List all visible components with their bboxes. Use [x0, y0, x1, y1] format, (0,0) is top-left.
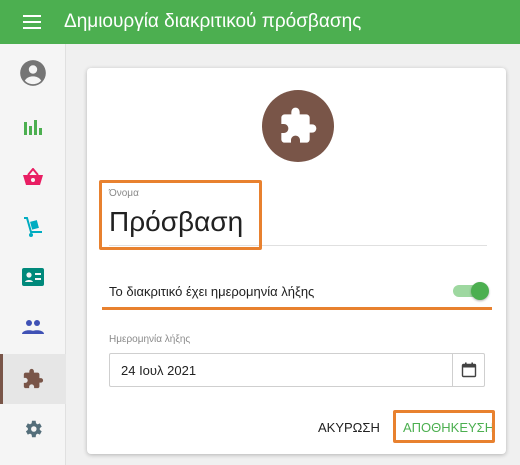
sidebar-item-settings[interactable] — [0, 404, 66, 454]
toggle-highlight-underline — [102, 307, 492, 310]
expiry-date-label: Ημερομηνία λήξης — [109, 334, 191, 345]
calendar-button[interactable] — [452, 354, 484, 386]
sidebar-item-account[interactable] — [0, 48, 66, 98]
expiry-toggle-switch[interactable] — [453, 282, 489, 300]
puzzle-icon — [281, 107, 317, 143]
calendar-icon — [461, 362, 476, 378]
sidebar-item-access-tokens[interactable] — [0, 354, 66, 404]
contact-card-icon — [22, 268, 44, 286]
expiry-date-field[interactable]: 24 Ιουλ 2021 — [109, 353, 485, 387]
hamburger-menu-icon — [23, 15, 41, 29]
gear-icon — [25, 420, 42, 438]
sidebar-item-users[interactable] — [0, 302, 66, 352]
dolly-cart-icon — [24, 217, 42, 237]
people-icon — [22, 320, 44, 334]
token-form-card: Όνομα Πρόσβαση Το διακριτικό έχει ημερομ… — [87, 68, 506, 454]
shopping-basket-icon — [23, 168, 43, 185]
sidebar-item-contacts[interactable] — [0, 252, 66, 302]
token-avatar — [262, 90, 334, 162]
expiry-toggle-row[interactable]: Το διακριτικό έχει ημερομηνία λήξης — [109, 273, 491, 309]
sidebar-item-reports[interactable] — [0, 102, 66, 152]
expiry-toggle-label: Το διακριτικό έχει ημερομηνία λήξης — [109, 284, 315, 299]
page-title: Δημιουργία διακριτικού πρόσβασης — [64, 11, 362, 32]
puzzle-icon — [23, 368, 44, 389]
sidebar — [0, 44, 66, 465]
app-bar: Δημιουργία διακριτικού πρόσβασης — [0, 0, 520, 44]
cancel-button[interactable]: ΑΚΥΡΩΣΗ — [318, 415, 380, 439]
expiry-date-value[interactable]: 24 Ιουλ 2021 — [121, 363, 196, 378]
sidebar-item-deliveries[interactable] — [0, 202, 66, 252]
name-highlight-box — [99, 180, 262, 250]
sidebar-item-orders[interactable] — [0, 152, 66, 202]
account-circle-icon — [20, 60, 46, 86]
bar-chart-icon — [24, 120, 42, 135]
save-highlight-box — [393, 410, 495, 443]
menu-button[interactable] — [0, 0, 64, 44]
switch-thumb — [471, 282, 489, 300]
